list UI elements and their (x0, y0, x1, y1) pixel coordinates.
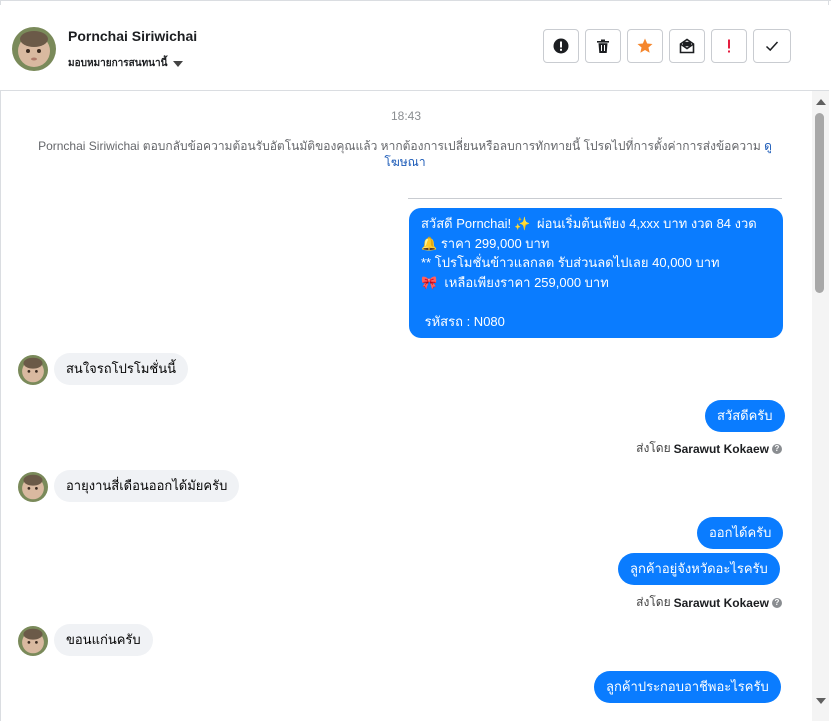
outgoing-message[interactable]: ลูกค้าอยู่จังหวัดอะไรครับ (618, 553, 780, 585)
promo-line-5: รหัสรถ : N080 (421, 312, 771, 332)
sent-by-label: ส่งโดย Sarawut Kokaew ? (636, 439, 782, 458)
trash-icon (597, 39, 609, 53)
sparkles-icon: ✨ (514, 216, 531, 231)
promo-car-code: รหัสรถ : N080 (424, 314, 505, 329)
check-icon (765, 41, 779, 52)
ads-link[interactable]: โฆษณา (384, 155, 425, 169)
promo-message-bubble[interactable]: สวัสดี Pornchai! ✨ ผ่อนเริ่มต้นเพียง 4,xx… (409, 208, 783, 338)
view-settings-link[interactable]: ดู (764, 139, 772, 153)
avatar[interactable] (18, 626, 48, 656)
promo-installment: ผ่อนเริ่มต้นเพียง 4,xxx บาท งวด 84 งวด (536, 216, 757, 231)
important-button[interactable] (711, 29, 747, 63)
promo-spacer (421, 292, 771, 312)
help-icon[interactable]: ? (772, 443, 782, 454)
outgoing-message[interactable]: ลูกค้าประกอบอาชีพอะไรครับ (594, 671, 781, 703)
avatar[interactable] (12, 27, 56, 71)
divider (408, 198, 782, 199)
outgoing-message[interactable]: ออกได้ครับ (697, 517, 784, 549)
incoming-message[interactable]: อายุงานสี่เดือนออกได้มัยครับ (54, 470, 240, 502)
delete-button[interactable] (585, 29, 621, 63)
sent-by-prefix: ส่งโดย (636, 595, 671, 609)
auto-reply-notice: Pornchai Siriwichai ตอบกลับข้อความต้อนรั… (30, 138, 780, 170)
promo-line-3: ** โปรโมชั่นข้าวแลกลด รับส่วนลดไปเลย 40,… (421, 255, 720, 270)
sent-by-prefix: ส่งโดย (636, 441, 671, 455)
header-actions (543, 29, 791, 63)
message-timestamp: 18:43 (390, 109, 422, 123)
done-button[interactable] (753, 29, 791, 63)
report-spam-button[interactable] (543, 29, 579, 63)
notice-text: Pornchai Siriwichai ตอบกลับข้อความต้อนรั… (38, 139, 761, 153)
promo-greeting: สวัสดี Pornchai! (421, 216, 512, 231)
promo-line-1: สวัสดี Pornchai! ✨ ผ่อนเริ่มต้นเพียง 4,xx… (421, 214, 771, 234)
exclamation-icon (728, 39, 730, 53)
bell-icon: 🔔 (421, 235, 438, 251)
conversation-header: Pornchai Siriwichai มอบหมายการสนทนานี้ (0, 5, 829, 91)
assign-conversation-dropdown[interactable]: มอบหมายการสนทนานี้ (68, 56, 184, 71)
incoming-message[interactable]: ขอนแก่นครับ (54, 624, 153, 656)
avatar[interactable] (18, 472, 48, 502)
help-icon[interactable]: ? (772, 597, 782, 608)
promo-price: ราคา 299,000 บาท (440, 235, 550, 251)
exclamation-circle-icon (553, 38, 569, 54)
avatar[interactable] (18, 355, 48, 385)
assign-label: มอบหมายการสนทนานี้ (68, 58, 168, 69)
ribbon-icon: 🎀 (421, 274, 438, 290)
sender-name: Sarawut Kokaew (673, 595, 769, 610)
caret-down-icon (173, 60, 184, 67)
promo-final-price: เหลือเพียงราคา 259,000 บาท (444, 274, 609, 290)
mark-unread-button[interactable] (669, 29, 705, 63)
scroll-down-arrow-icon[interactable] (816, 698, 826, 704)
promo-line-2: 🔔 ราคา 299,000 บาท (421, 234, 771, 254)
scrollbar[interactable] (812, 91, 829, 721)
scroll-up-arrow-icon[interactable] (816, 99, 826, 105)
scrollbar-thumb[interactable] (815, 113, 824, 293)
promo-line-4: 🎀 เหลือเพียงราคา 259,000 บาท (421, 273, 771, 293)
star-button[interactable] (627, 29, 663, 63)
outgoing-message[interactable]: สวัสดีครับ (705, 400, 785, 432)
contact-name: Pornchai Siriwichai (68, 28, 198, 44)
sent-by-label: ส่งโดย Sarawut Kokaew ? (636, 593, 782, 612)
envelope-icon (679, 38, 695, 54)
star-icon (637, 38, 653, 53)
message-list[interactable]: 18:43 Pornchai Siriwichai ตอบกลับข้อความ… (0, 91, 812, 721)
sender-name: Sarawut Kokaew (673, 441, 769, 456)
incoming-message[interactable]: สนใจรถโปรโมชั่นนี้ (54, 353, 189, 385)
